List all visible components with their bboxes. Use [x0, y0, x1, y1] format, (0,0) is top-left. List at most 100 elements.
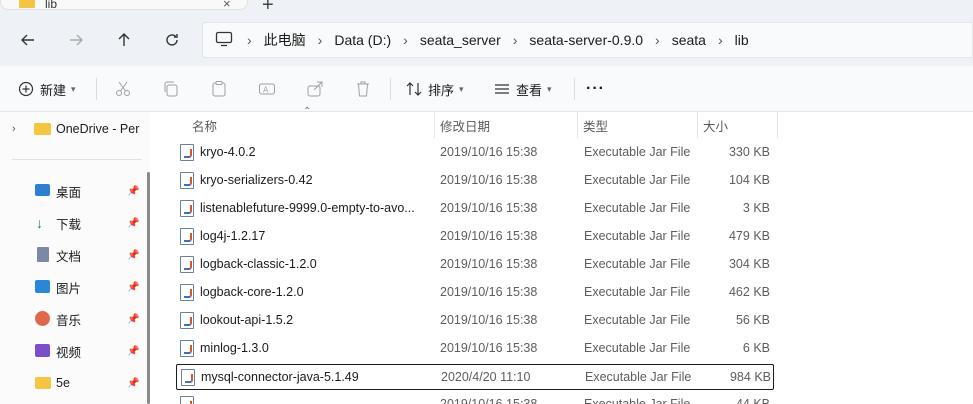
computer-icon — [215, 31, 233, 50]
share-button[interactable] — [306, 76, 324, 102]
file-modified-date: 2019/10/16 15:38 — [440, 173, 538, 187]
breadcrumb-seata-server-version[interactable]: seata-server-0.9.0 — [523, 32, 649, 48]
breadcrumb-lib[interactable]: lib — [729, 32, 755, 48]
breadcrumb-separator[interactable]: › — [712, 32, 729, 48]
view-button[interactable]: 查看 ▾ — [494, 76, 552, 102]
file-row[interactable]: mysql-connector-java-5.1.49 2020/4/20 11:… — [176, 364, 774, 390]
file-modified-date: 2019/10/16 15:38 — [440, 201, 538, 215]
view-label: 查看 — [516, 82, 543, 98]
file-row[interactable]: kryo-serializers-0.42 2019/10/16 15:38 Exe… — [176, 168, 774, 194]
breadcrumb-data-drive[interactable]: Data (D:) — [328, 32, 397, 48]
file-name: logback-core-1.2.0 — [200, 285, 304, 299]
file-name: minlog-1.3.0 — [200, 341, 269, 355]
videos-icon — [35, 344, 50, 357]
chevron-right-icon[interactable]: › — [12, 123, 16, 135]
folder-icon — [35, 377, 51, 389]
sidebar-item-downloads[interactable]: ↓ 下载 📌 — [0, 208, 150, 238]
copy-button[interactable] — [162, 76, 180, 102]
file-size: 104 KB — [728, 173, 770, 187]
svg-text:A: A — [263, 86, 269, 95]
refresh-button[interactable] — [160, 28, 184, 52]
sidebar-item-documents[interactable]: 文档 📌 — [0, 240, 150, 270]
sidebar-item-music[interactable]: 音乐 📌 — [0, 304, 150, 334]
file-row[interactable]: 2019/10/16 15:38 Executable Jar File 44 KB — [176, 392, 774, 404]
jar-file-icon — [180, 256, 194, 273]
column-header-label: 大小 — [703, 119, 729, 134]
breadcrumb-seata[interactable]: seata — [666, 32, 712, 48]
file-size: 462 KB — [728, 285, 770, 299]
column-header-size[interactable]: 大小 — [697, 112, 777, 138]
rename-button[interactable]: A — [258, 76, 276, 102]
file-size: 56 KB — [735, 313, 770, 327]
file-list: ⌃ 名称 修改日期 类型 大小 kryo-4.0.2 2019/10/16 15:… — [150, 106, 973, 404]
forward-button[interactable] — [64, 28, 88, 52]
file-size: 6 KB — [742, 341, 770, 355]
new-button[interactable]: 新建 ▾ — [18, 76, 76, 102]
file-row[interactable]: logback-core-1.2.0 2019/10/16 15:38 Execut… — [176, 280, 774, 306]
file-size: 44 KB — [735, 397, 770, 404]
file-row[interactable]: logback-classic-1.2.0 2019/10/16 15:38 Exe… — [176, 252, 774, 278]
more-options-button[interactable]: ··· — [586, 76, 605, 102]
file-name: lookout-api-1.5.2 — [200, 313, 294, 327]
file-size: 3 KB — [742, 201, 770, 215]
jar-file-icon — [180, 340, 194, 357]
new-label: 新建 — [40, 82, 67, 98]
pictures-icon — [35, 280, 50, 293]
sidebar-item-label: 图片 — [56, 281, 82, 296]
cut-button[interactable] — [114, 76, 132, 102]
column-header-type[interactable]: 类型 — [577, 112, 697, 138]
breadcrumb-separator[interactable]: › — [649, 32, 666, 48]
file-modified-date: 2019/10/16 15:38 — [440, 229, 538, 243]
sidebar-item-pictures[interactable]: 图片 📌 — [0, 272, 150, 302]
jar-file-icon — [180, 144, 194, 161]
paste-button[interactable] — [210, 76, 228, 102]
breadcrumb-separator[interactable]: › — [312, 32, 329, 48]
column-header-name[interactable]: 名称 — [186, 112, 434, 138]
sidebar-item-label: 文档 — [56, 249, 82, 264]
desktop-icon — [35, 184, 50, 196]
column-header-date[interactable]: 修改日期 — [434, 112, 577, 138]
arrow-up-icon — [118, 33, 130, 46]
divider — [390, 78, 391, 100]
file-size: 479 KB — [728, 229, 770, 243]
download-icon: ↓ — [36, 215, 43, 231]
file-size: 984 KB — [729, 370, 771, 384]
breadcrumb-seata-server[interactable]: seata_server — [414, 32, 507, 48]
breadcrumb-separator[interactable]: › — [507, 32, 524, 48]
column-divider[interactable] — [777, 112, 778, 138]
sidebar-item-videos[interactable]: 视频 📌 — [0, 336, 150, 366]
delete-button[interactable] — [354, 76, 372, 102]
arrow-right-icon — [70, 34, 83, 46]
close-tab-icon[interactable]: × — [223, 0, 231, 11]
sidebar-item-onedrive[interactable]: › OneDrive - Per — [0, 114, 150, 144]
sort-button[interactable]: 排序 ▾ — [406, 76, 464, 102]
chevron-down-icon: ▾ — [71, 83, 76, 94]
sidebar-item-desktop[interactable]: 桌面 📌 — [0, 176, 150, 206]
file-row[interactable]: minlog-1.3.0 2019/10/16 15:38 Executable J… — [176, 336, 774, 362]
sidebar-item-5e[interactable]: 5e 📌 — [0, 368, 150, 398]
jar-file-icon — [180, 312, 194, 329]
sort-label: 排序 — [428, 82, 455, 98]
sidebar-item-label: 桌面 — [56, 185, 82, 200]
chevron-down-icon: ▾ — [547, 83, 552, 94]
address-bar[interactable]: › 此电脑 › Data (D:) › seata_server › seata… — [202, 22, 973, 58]
tab-lib[interactable]: lib × — [0, 0, 248, 11]
breadcrumb-this-pc[interactable]: 此电脑 — [258, 30, 312, 50]
command-bar: 新建 ▾ A 排序 ▾ 查看 ▾ ··· — [0, 66, 973, 112]
pin-icon: 📌 — [127, 313, 140, 325]
back-button[interactable] — [16, 28, 40, 52]
up-button[interactable] — [112, 28, 136, 52]
sort-icon — [406, 82, 422, 96]
breadcrumb-separator[interactable]: › — [397, 32, 414, 48]
sidebar-item-label: 5e — [56, 376, 70, 390]
column-header-label: 名称 — [192, 119, 218, 134]
file-row[interactable]: lookout-api-1.5.2 2019/10/16 15:38 Executa… — [176, 308, 774, 334]
file-modified-date: 2019/10/16 15:38 — [440, 313, 538, 327]
folder-icon — [34, 123, 51, 135]
file-name: mysql-connector-java-5.1.49 — [201, 370, 359, 384]
file-name: listenablefuture-9999.0-empty-to-avo... — [200, 201, 415, 215]
divider — [574, 78, 575, 100]
file-row[interactable]: kryo-4.0.2 2019/10/16 15:38 Executable Jar… — [176, 140, 774, 166]
file-row[interactable]: listenablefuture-9999.0-empty-to-avo... 2… — [176, 196, 774, 222]
file-row[interactable]: log4j-1.2.17 2019/10/16 15:38 Executable J… — [176, 224, 774, 250]
